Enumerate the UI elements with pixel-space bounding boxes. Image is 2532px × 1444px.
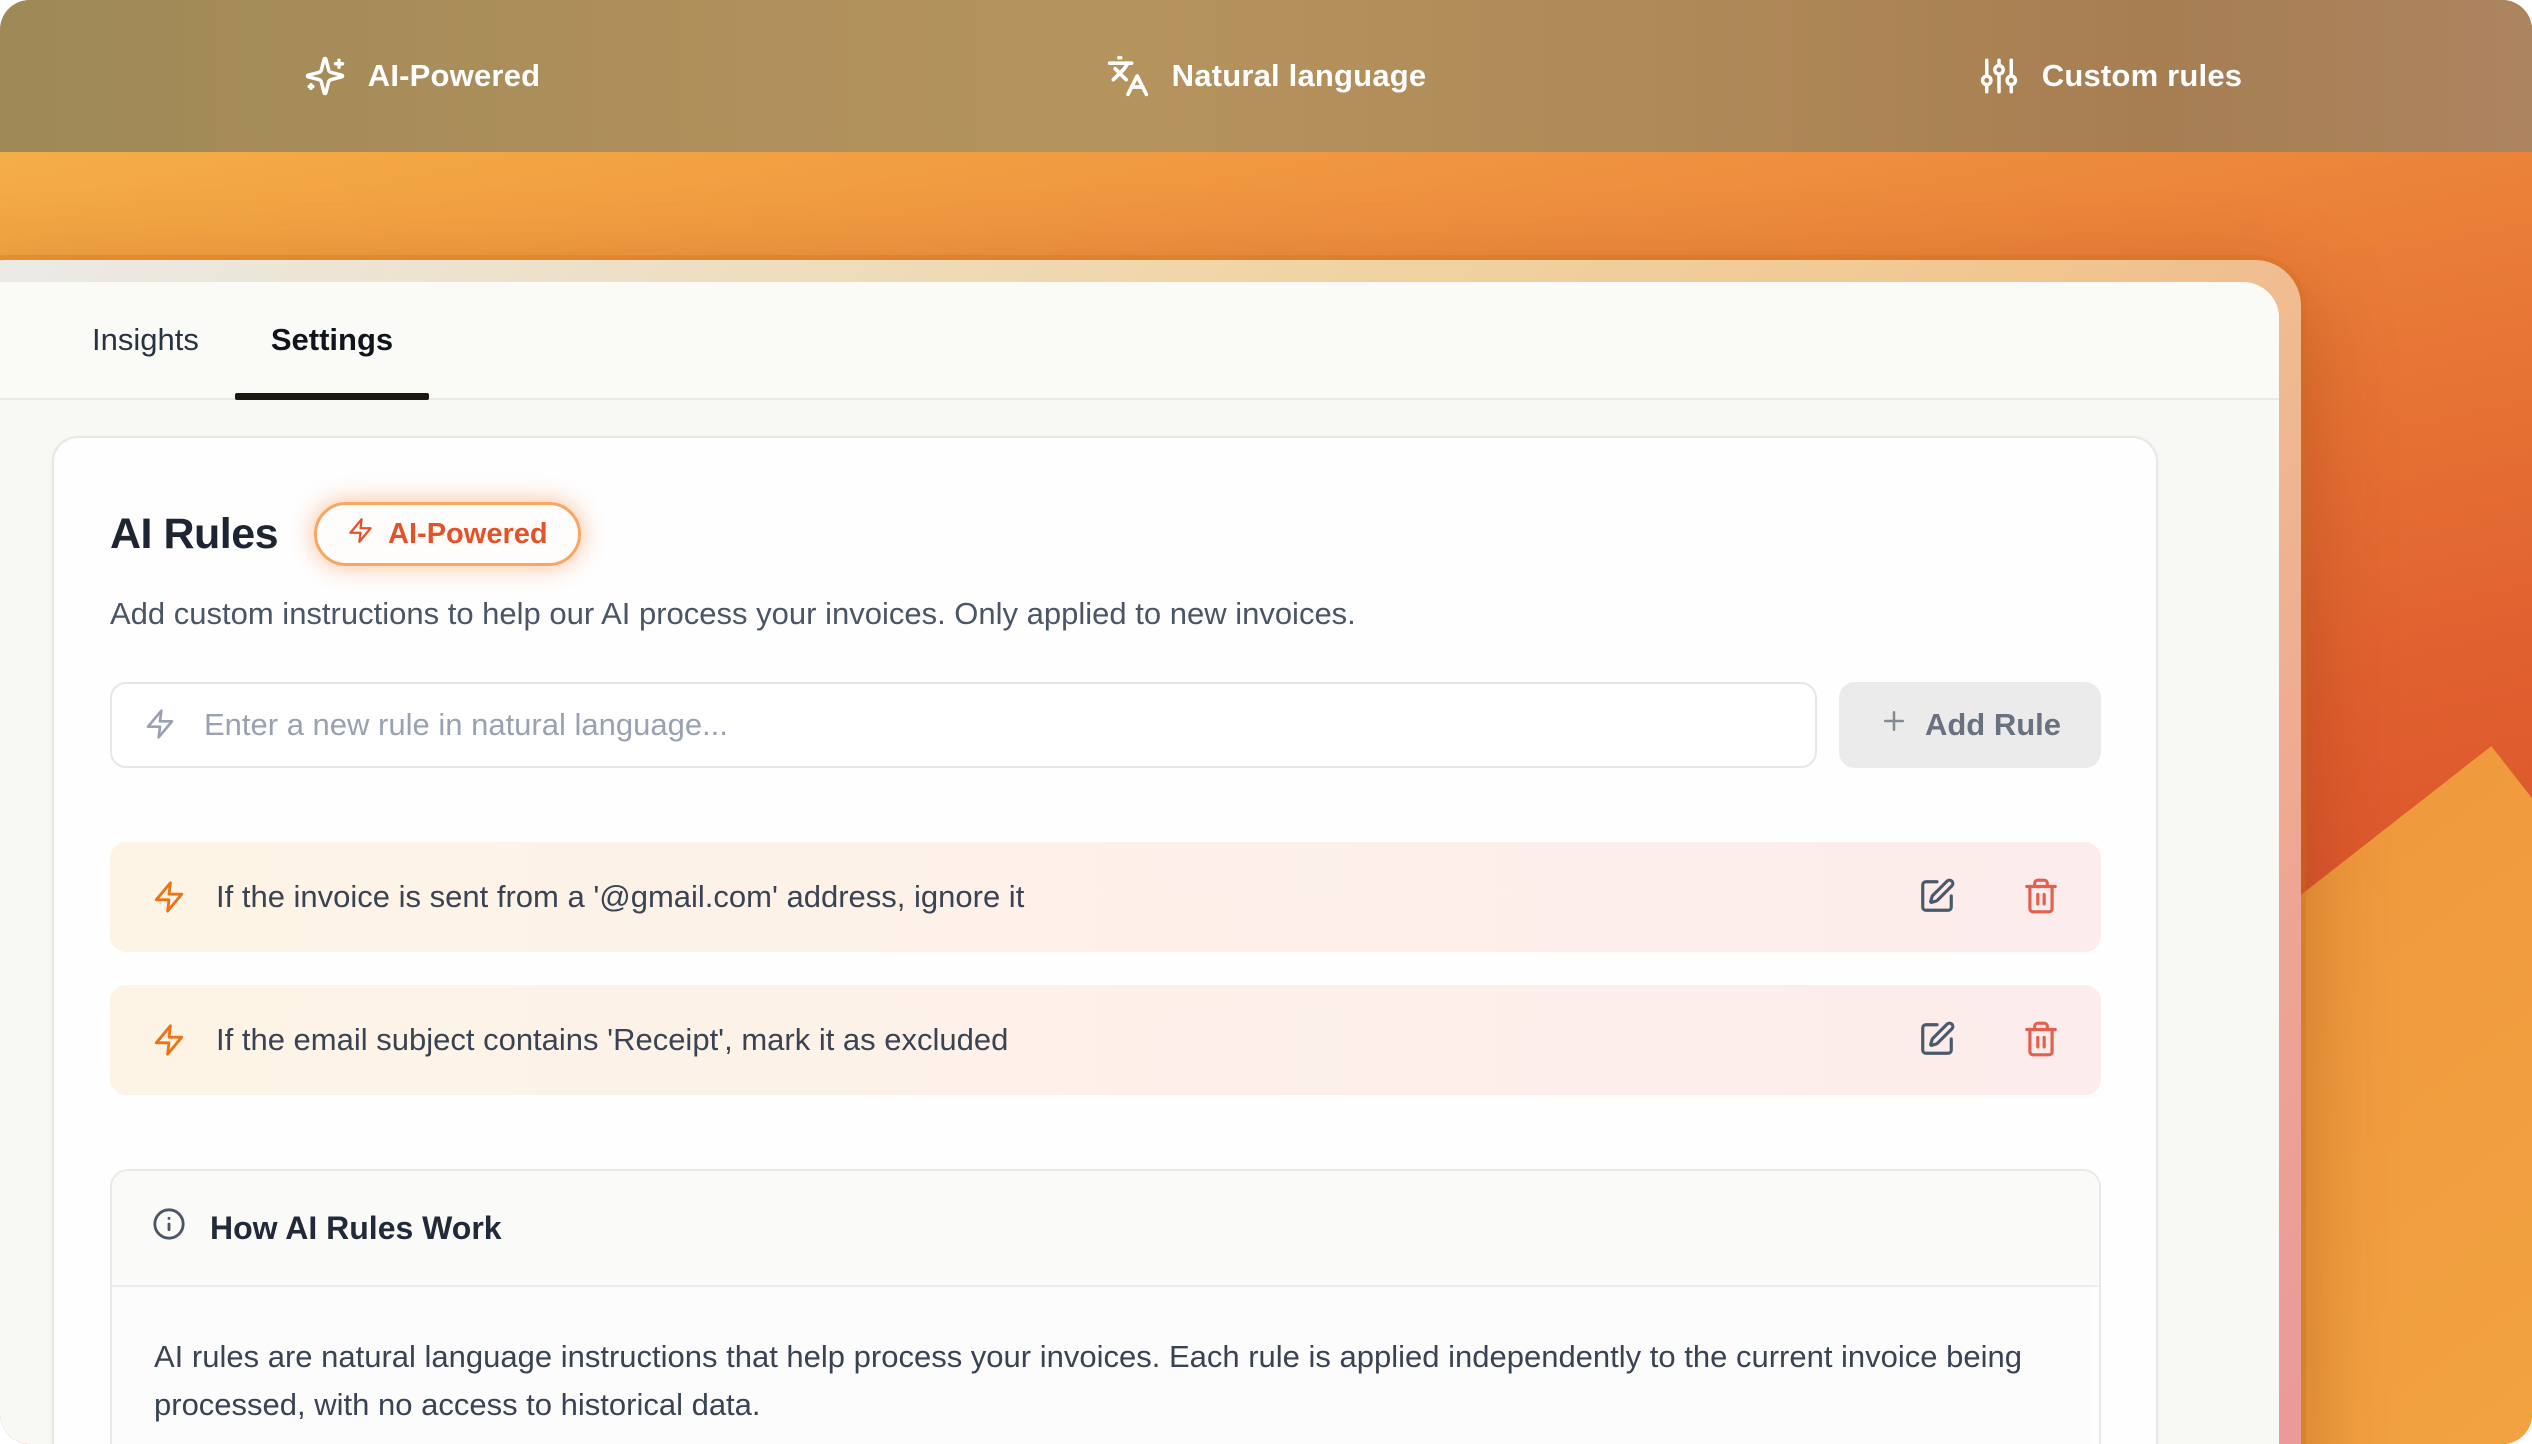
zap-icon: [152, 1023, 186, 1057]
feature-bar: AI-Powered Natural language Custom rules: [0, 0, 2532, 152]
how-ai-rules-work-box: How AI Rules Work AI rules are natural l…: [110, 1169, 2101, 1444]
feature-label: Natural language: [1172, 58, 1427, 94]
ai-powered-badge: AI-Powered: [314, 502, 581, 566]
badge-label: AI-Powered: [388, 518, 548, 551]
rule-input-wrap: [110, 682, 1817, 768]
tab-insights[interactable]: Insights: [56, 282, 235, 398]
how-box-header: How AI Rules Work: [112, 1171, 2099, 1287]
rule-text: If the email subject contains 'Receipt',…: [216, 1022, 1883, 1058]
tab-bar: Insights Settings: [0, 282, 2279, 400]
trash-icon: [2022, 877, 2060, 918]
ai-rules-card: AI Rules AI-Powered Add custom instructi…: [52, 436, 2158, 1444]
rule-row: If the invoice is sent from a '@gmail.co…: [110, 842, 2101, 952]
how-box-title: How AI Rules Work: [210, 1210, 502, 1247]
info-icon: [152, 1207, 186, 1249]
delete-rule-button[interactable]: [2017, 873, 2065, 921]
zap-icon: [347, 517, 374, 552]
app-window: Insights Settings AI Rules: [0, 260, 2301, 1444]
sparkles-icon: [304, 55, 346, 97]
settings-panel: AI Rules AI-Powered Add custom instructi…: [0, 400, 2279, 1444]
rule-text: If the invoice is sent from a '@gmail.co…: [216, 879, 1883, 915]
sliders-icon: [1978, 55, 2020, 97]
rule-row: If the email subject contains 'Receipt',…: [110, 985, 2101, 1095]
feature-label: AI-Powered: [368, 58, 541, 94]
zap-icon: [152, 880, 186, 914]
feature-ai-powered: AI-Powered: [0, 0, 844, 152]
edit-icon: [1918, 877, 1956, 918]
trash-icon: [2022, 1020, 2060, 1061]
tab-settings[interactable]: Settings: [235, 282, 429, 398]
screenshot-frame: AI-Powered Natural language Custom rules: [0, 0, 2532, 1444]
add-rule-button[interactable]: Add Rule: [1839, 682, 2101, 768]
edit-rule-button[interactable]: [1913, 1016, 1961, 1064]
new-rule-row: Add Rule: [110, 682, 2101, 768]
plus-icon: [1879, 706, 1909, 744]
rule-input[interactable]: [110, 682, 1817, 768]
how-box-body: AI rules are natural language instructio…: [112, 1287, 2092, 1444]
feature-custom-rules: Custom rules: [1688, 0, 2532, 152]
feature-natural-language: Natural language: [844, 0, 1688, 152]
languages-icon: [1106, 54, 1150, 98]
zap-icon: [144, 708, 176, 745]
card-description: Add custom instructions to help our AI p…: [110, 596, 2101, 632]
edit-rule-button[interactable]: [1913, 873, 1961, 921]
feature-label: Custom rules: [2042, 58, 2243, 94]
edit-icon: [1918, 1020, 1956, 1061]
add-rule-label: Add Rule: [1925, 707, 2061, 743]
rules-list: If the invoice is sent from a '@gmail.co…: [110, 842, 2101, 1095]
delete-rule-button[interactable]: [2017, 1016, 2065, 1064]
page-title: AI Rules: [110, 510, 278, 559]
card-header: AI Rules AI-Powered: [110, 502, 2101, 566]
window-content: Insights Settings AI Rules: [0, 282, 2279, 1444]
